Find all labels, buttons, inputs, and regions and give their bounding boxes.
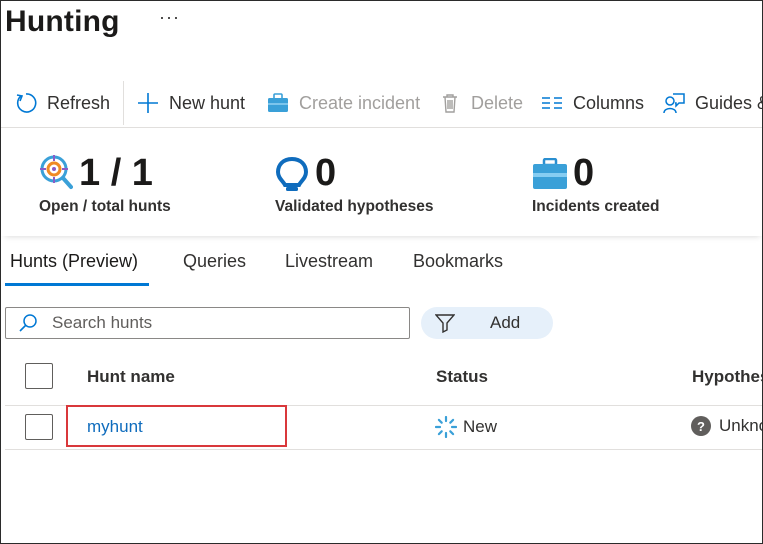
stat-hunts-label: Open / total hunts <box>39 198 171 215</box>
new-hunt-button[interactable]: New hunt <box>137 79 245 127</box>
briefcase-icon <box>532 157 568 195</box>
status-label: New <box>463 417 498 436</box>
briefcase-icon <box>267 92 289 114</box>
guides-icon <box>663 92 685 114</box>
stats-panel: 1 / 1 Open / total hunts 0 Validated hyp… <box>1 128 762 236</box>
question-icon: ? <box>691 416 711 436</box>
row-divider <box>5 449 762 450</box>
new-status-icon <box>434 415 458 439</box>
filter-icon <box>434 313 456 338</box>
columns-icon <box>541 92 563 114</box>
delete-button[interactable]: Delete <box>439 79 523 127</box>
hunt-name-link[interactable]: myhunt <box>87 417 143 437</box>
column-header-status[interactable]: Status <box>436 367 488 387</box>
guides-button[interactable]: Guides & <box>663 79 763 127</box>
tab-queries[interactable]: Queries <box>183 251 246 272</box>
guides-label: Guides & <box>695 92 763 113</box>
plus-icon <box>137 92 159 114</box>
command-bar: Refresh New hunt Create incident Delete <box>1 79 763 129</box>
toolbar-divider <box>123 81 124 125</box>
tab-livestream[interactable]: Livestream <box>285 251 373 272</box>
page-title: Hunting <box>5 5 120 38</box>
target-icon <box>39 154 73 197</box>
stat-incidents-value: 0 <box>573 152 595 194</box>
select-all-checkbox[interactable] <box>25 363 53 389</box>
search-input[interactable] <box>52 312 392 334</box>
create-incident-button[interactable]: Create incident <box>267 79 420 127</box>
tab-bookmarks[interactable]: Bookmarks <box>413 251 503 272</box>
hypothesis-label: Unkno <box>719 416 762 435</box>
columns-button[interactable]: Columns <box>541 79 644 127</box>
lightbulb-icon <box>275 156 309 199</box>
columns-label: Columns <box>573 92 645 113</box>
refresh-label: Refresh <box>47 92 111 113</box>
status-cell: New <box>434 415 498 439</box>
hunting-page: Hunting ··· Refresh New hunt Create inci… <box>0 0 763 544</box>
search-box[interactable] <box>5 307 410 339</box>
stat-hypotheses-value: 0 <box>315 152 337 194</box>
refresh-button[interactable]: Refresh <box>15 79 110 127</box>
active-tab-indicator <box>5 283 149 286</box>
trash-icon <box>439 92 461 114</box>
column-header-hypothesis[interactable]: Hypothes <box>692 367 762 387</box>
stat-hypotheses-label: Validated hypotheses <box>275 198 434 215</box>
delete-label: Delete <box>471 92 524 113</box>
add-filter-label: Add <box>490 313 521 332</box>
column-header-hunt-name[interactable]: Hunt name <box>87 367 175 387</box>
stat-hunts-value: 1 / 1 <box>79 152 153 194</box>
create-incident-label: Create incident <box>299 92 421 113</box>
more-options-button[interactable]: ··· <box>159 7 180 28</box>
stat-incidents-label: Incidents created <box>532 198 660 215</box>
tab-hunts[interactable]: Hunts (Preview) <box>10 251 138 272</box>
add-filter-button[interactable]: Add <box>421 307 553 339</box>
hypothesis-cell: ? Unkno <box>691 416 762 436</box>
refresh-icon <box>15 92 37 114</box>
search-icon <box>18 313 38 338</box>
row-checkbox[interactable] <box>25 414 53 440</box>
new-hunt-label: New hunt <box>169 92 246 113</box>
